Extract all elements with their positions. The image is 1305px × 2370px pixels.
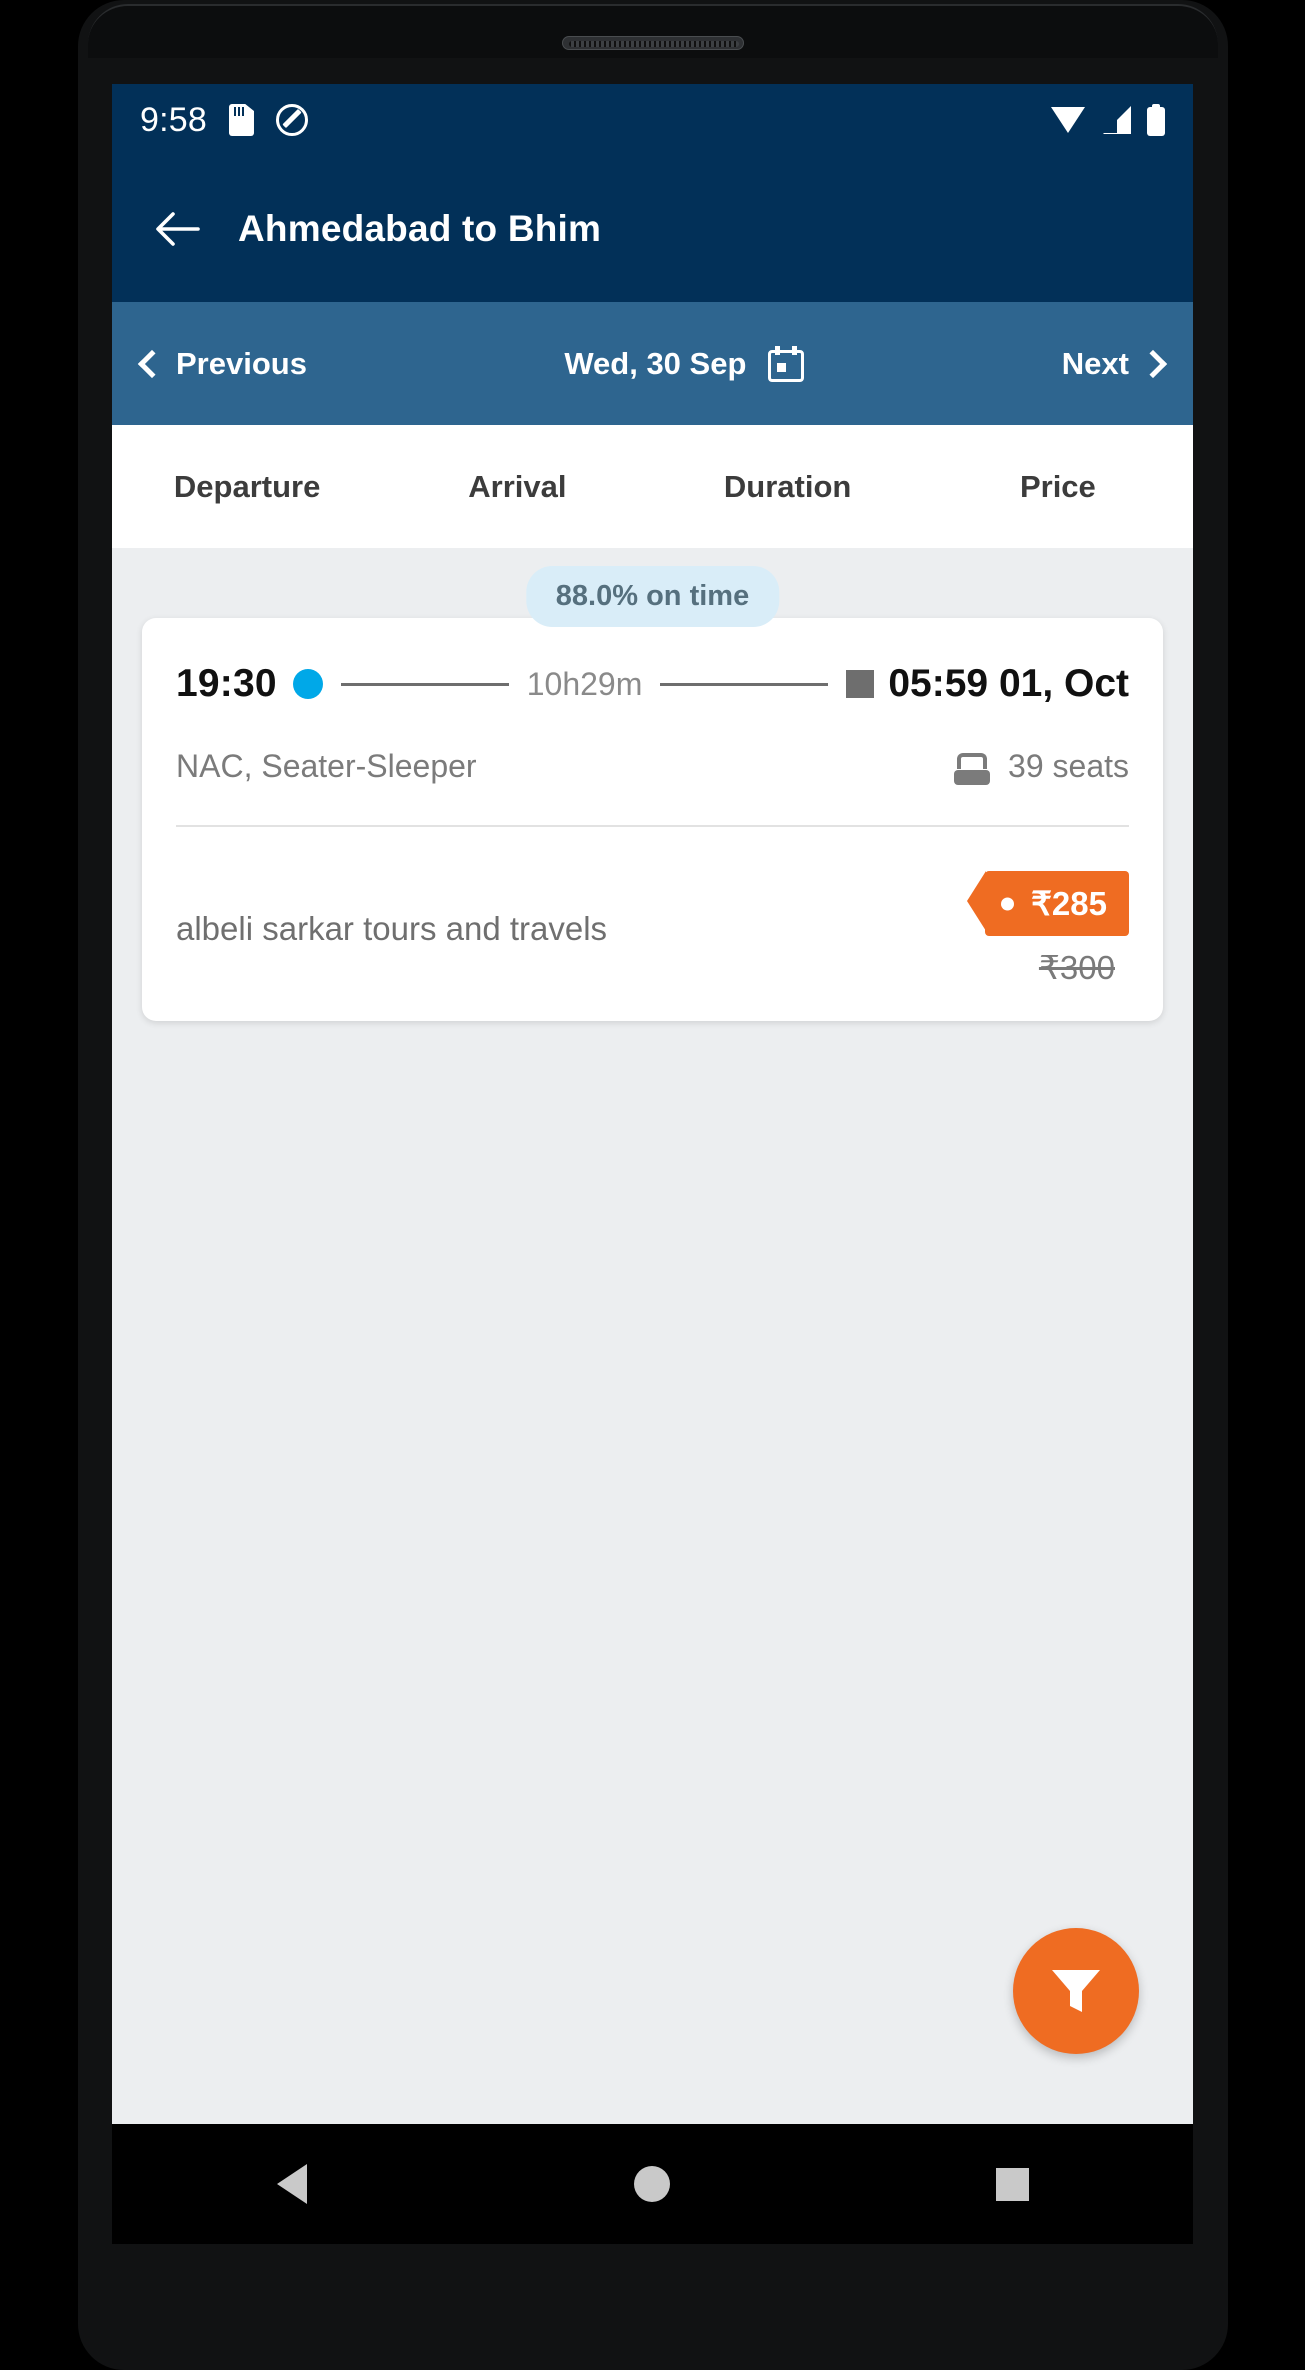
selected-date-label: Wed, 30 Sep <box>564 345 747 381</box>
operator-name: albeli sarkar tours and travels <box>176 910 608 947</box>
price-block: ₹285 ₹300 <box>966 871 1129 987</box>
bus-detail-row: NAC, Seater-Sleeper 39 seats <box>176 748 1129 785</box>
status-bar: 9:58 <box>112 84 1193 156</box>
bus-type-label: NAC, Seater-Sleeper <box>176 748 477 784</box>
sort-tab-arrival[interactable]: Arrival <box>382 469 652 505</box>
calendar-icon <box>768 345 805 382</box>
original-price: ₹300 <box>1038 949 1115 986</box>
status-bar-right <box>1051 104 1165 136</box>
sd-card-icon <box>228 104 254 136</box>
results-list: 88.0% on time 19:30 10h29m 05:59 01, Oct… <box>112 548 1193 2124</box>
route-line-left <box>340 682 509 686</box>
departure-dot-marker <box>292 669 323 699</box>
arrival-time: 05:59 01, Oct <box>888 662 1130 705</box>
sort-bar: Departure Arrival Duration Price <box>112 425 1193 548</box>
sort-tab-price[interactable]: Price <box>923 469 1193 505</box>
previous-label: Previous <box>176 345 307 381</box>
back-button[interactable] <box>146 198 208 260</box>
back-triangle-icon <box>277 2164 308 2204</box>
recents-square-icon <box>996 2167 1030 2201</box>
arrival-square-marker <box>846 670 875 698</box>
bus-result-card[interactable]: 19:30 10h29m 05:59 01, Oct NAC, Seater-S… <box>142 618 1163 1021</box>
nav-recents-button[interactable] <box>968 2139 1058 2229</box>
do-not-disturb-icon <box>275 104 308 136</box>
app-bar: Ahmedabad to Bhim <box>112 156 1193 302</box>
page-title: Ahmedabad to Bhim <box>238 208 602 249</box>
operator-price-row: albeli sarkar tours and travels ₹285 ₹30… <box>176 871 1129 987</box>
card-divider <box>176 825 1129 827</box>
sort-tab-duration[interactable]: Duration <box>653 469 923 505</box>
nav-home-button[interactable] <box>607 2139 697 2229</box>
ontime-badge: 88.0% on time <box>525 566 780 627</box>
departure-time: 19:30 <box>176 662 277 705</box>
next-day-button[interactable]: Next <box>1061 345 1168 382</box>
status-clock: 9:58 <box>140 100 207 139</box>
android-navigation-bar <box>112 2124 1193 2244</box>
nav-back-button[interactable] <box>247 2139 337 2229</box>
date-picker-button[interactable]: Wed, 30 Sep <box>564 345 805 382</box>
journey-time-row: 19:30 10h29m 05:59 01, Oct <box>176 662 1129 706</box>
seats-available-label: 39 seats <box>1008 748 1129 784</box>
cellular-signal-icon <box>1101 106 1131 134</box>
route-line-right <box>660 682 829 686</box>
price-tag: ₹285 <box>966 871 1129 936</box>
journey-duration: 10h29m <box>526 665 643 702</box>
chevron-right-icon <box>1138 349 1168 378</box>
previous-day-button[interactable]: Previous <box>137 345 307 382</box>
home-circle-icon <box>634 2166 671 2202</box>
device-frame: 9:58 Ahmedabad to Bhim Previous Wed, 30 … <box>0 0 1305 2370</box>
phone-screen: 9:58 Ahmedabad to Bhim Previous Wed, 30 … <box>112 84 1193 2124</box>
filter-funnel-icon <box>1052 1970 1100 2012</box>
battery-icon <box>1147 104 1165 136</box>
chevron-left-icon <box>137 349 167 378</box>
seats-available-block: 39 seats <box>954 748 1129 785</box>
earpiece-speaker <box>562 36 744 50</box>
status-bar-left: 9:58 <box>140 101 308 140</box>
sort-tab-departure[interactable]: Departure <box>112 469 382 505</box>
next-label: Next <box>1061 345 1129 381</box>
wifi-icon <box>1051 107 1085 133</box>
back-arrow-icon <box>156 212 200 246</box>
seat-icon <box>954 749 991 785</box>
filter-fab-button[interactable] <box>1013 1928 1139 2054</box>
date-navigation-bar: Previous Wed, 30 Sep Next <box>112 302 1193 425</box>
